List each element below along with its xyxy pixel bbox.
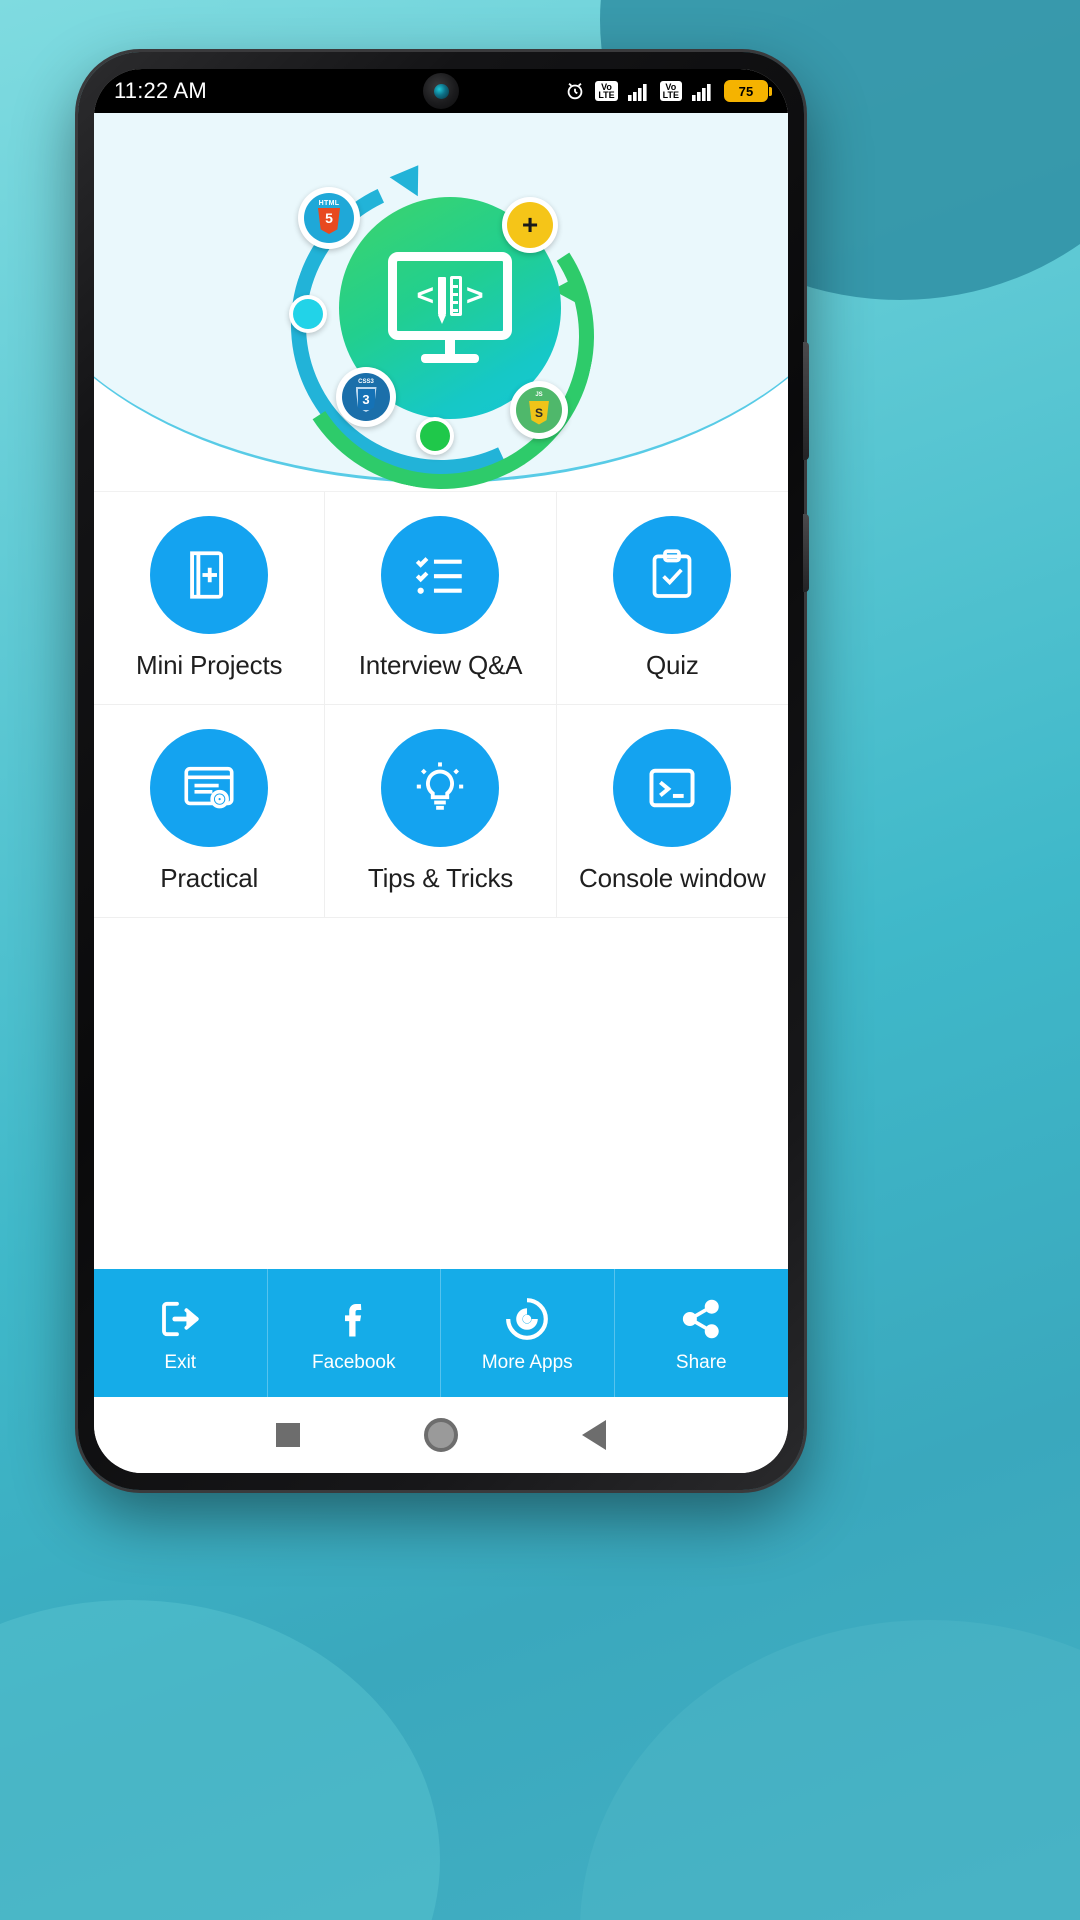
tile-mini-projects[interactable]: Mini Projects (94, 492, 326, 705)
power-button[interactable] (803, 514, 809, 592)
action-label: More Apps (481, 1352, 573, 1373)
book-plus-icon (150, 515, 269, 634)
wallpaper-blob-bottom-right (580, 1620, 1080, 1920)
triangle-back-icon[interactable] (582, 1420, 606, 1450)
plus-badge-icon: + (502, 197, 558, 253)
status-clock: 11:22 AM (114, 78, 207, 103)
tile-label: Practical (160, 862, 259, 893)
action-label: Exit (164, 1352, 197, 1373)
tile-console-window[interactable]: Console window (556, 705, 788, 918)
tile-practical[interactable]: Practical (94, 705, 326, 918)
action-facebook[interactable]: Facebook (268, 1269, 441, 1397)
wallpaper-background: 11:22 AM Vo LTE Vo LTE 75 < > HTML 5 CSS… (0, 0, 1080, 1920)
volte-icon: Vo LTE (595, 81, 618, 101)
square-recent-icon[interactable] (276, 1423, 300, 1447)
html5-badge-inner: HTML 5 (304, 193, 354, 243)
monitor-code-icon: < > (388, 252, 512, 364)
html5-badge-icon: HTML 5 (298, 187, 360, 249)
android-navigation-bar (94, 1397, 788, 1473)
content-empty-area (94, 918, 788, 1269)
css3-badge-inner: CSS3 3 (342, 373, 390, 421)
action-more-apps[interactable]: More Apps (441, 1269, 615, 1397)
battery-indicator: 75 (724, 80, 772, 102)
battery-level-label: 75 (724, 80, 768, 102)
action-label: Facebook (312, 1352, 396, 1373)
terminal-icon (613, 728, 732, 847)
action-label: Share (675, 1352, 727, 1373)
battery-cap (769, 86, 772, 96)
front-camera-icon (423, 73, 459, 109)
css3-badge-caption: CSS3 (358, 379, 374, 385)
feature-grid: Mini Projects Interview Q&A Quiz Practic… (94, 491, 788, 918)
tile-interview-qa[interactable]: Interview Q&A (325, 492, 557, 705)
cyan-dot-marker-icon (289, 295, 327, 333)
tile-quiz[interactable]: Quiz (556, 492, 788, 705)
html5-badge-caption: HTML (318, 200, 340, 207)
clipboard-check-icon (613, 515, 732, 634)
tile-label: Interview Q&A (358, 649, 523, 680)
angle-left-glyph: < (416, 279, 434, 312)
javascript-badge-inner: JS S (516, 387, 562, 433)
exit-icon (156, 1292, 204, 1346)
phone-screen: 11:22 AM Vo LTE Vo LTE 75 < > HTML 5 CSS… (94, 69, 788, 1473)
phone-device-frame: 11:22 AM Vo LTE Vo LTE 75 < > HTML 5 CSS… (78, 52, 809, 1490)
monitor-base (421, 354, 479, 363)
bottom-action-bar: Exit Facebook More Apps Share (94, 1269, 788, 1397)
volume-button[interactable] (803, 342, 809, 460)
wallpaper-blob-bottom-left (0, 1600, 440, 1920)
signal-bars-icon-2 (691, 81, 715, 101)
action-exit[interactable]: Exit (94, 1269, 268, 1397)
html5-shield: 5 (318, 208, 340, 234)
code-window-gear-icon (150, 728, 269, 847)
volte-icon-2: Vo LTE (659, 81, 682, 101)
plus-badge-inner: + (507, 202, 553, 248)
angle-right-glyph: > (466, 279, 484, 312)
javascript-badge-caption: JS (535, 392, 543, 398)
javascript-badge-icon: JS S (510, 381, 568, 439)
volte-bottom-label-2: LTE (662, 90, 679, 100)
javascript-shield: S (529, 400, 549, 425)
pencil-glyph (438, 277, 446, 324)
checklist-icon (381, 515, 500, 634)
camera-lens (433, 83, 449, 99)
css3-shield: 3 (355, 387, 377, 412)
action-share[interactable]: Share (615, 1269, 789, 1397)
tile-label: Mini Projects (136, 649, 283, 680)
signal-bars-icon (627, 81, 651, 101)
cyan-dot-inner (293, 299, 323, 329)
tile-label: Tips & Tricks (367, 862, 514, 893)
hero-header: < > HTML 5 CSS3 3 JS S + (94, 113, 788, 491)
alarm-clock-icon (564, 80, 586, 102)
circle-home-icon[interactable] (424, 1418, 458, 1452)
facebook-icon (331, 1292, 377, 1346)
status-icons-group: Vo LTE Vo LTE 75 (564, 80, 772, 102)
green-dot-marker-icon (416, 417, 454, 455)
status-bar: 11:22 AM Vo LTE Vo LTE 75 (94, 69, 788, 113)
green-dot-inner (420, 421, 450, 451)
phone-bezel: 11:22 AM Vo LTE Vo LTE 75 < > HTML 5 CSS… (94, 69, 788, 1473)
share-icon (678, 1292, 724, 1346)
tile-label: Console window (579, 862, 766, 893)
monitor-glyphs: < > (388, 252, 512, 340)
tile-tips-tricks[interactable]: Tips & Tricks (325, 705, 557, 918)
lightbulb-icon (381, 728, 500, 847)
volte-bottom-label: LTE (598, 90, 615, 100)
more-apps-icon (503, 1292, 551, 1346)
tile-label: Quiz (645, 649, 699, 680)
app-logo: < > HTML 5 CSS3 3 JS S + (248, 132, 634, 491)
ruler-glyph (450, 276, 462, 316)
css3-badge-icon: CSS3 3 (336, 367, 396, 427)
